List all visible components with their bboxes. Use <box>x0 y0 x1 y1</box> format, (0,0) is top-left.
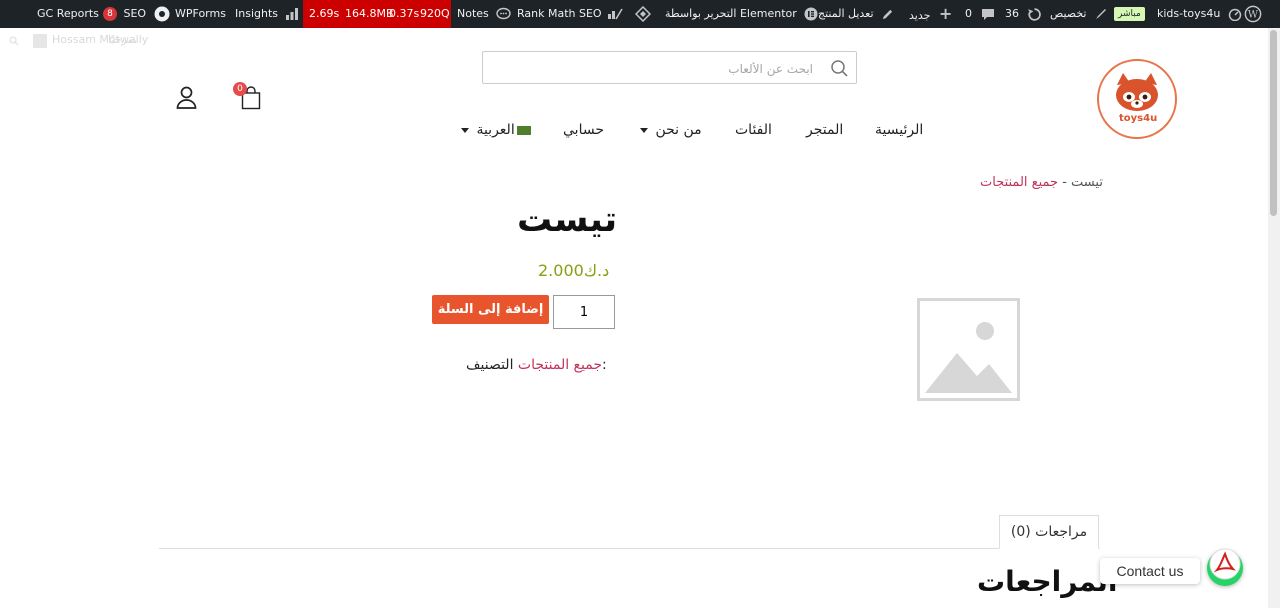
user-icon <box>176 86 197 109</box>
dashboard-icon <box>1228 8 1242 22</box>
breadcrumb-separator: - <box>1058 175 1072 190</box>
wordpress-logo-icon[interactable]: W <box>1244 0 1262 28</box>
product-title: تيست <box>517 200 618 240</box>
admin-bar: W kids-toys4u مباشر تخصيص 36 0 جديد + تع… <box>0 0 1280 28</box>
rank-math-link[interactable]: Rank Math SEO <box>517 0 623 28</box>
breadcrumb-current: تيست <box>1071 175 1103 190</box>
flag-icon <box>516 125 531 135</box>
search-input[interactable] <box>491 55 815 82</box>
scrollbar[interactable] <box>1268 28 1280 608</box>
account-button[interactable] <box>176 86 197 113</box>
nav-item-account[interactable]: حسابي <box>563 122 604 138</box>
rank-math-icon <box>608 8 623 20</box>
logo-text: toys4u <box>1119 113 1158 124</box>
elementor-label: التحرير بواسطة Elementor <box>665 7 797 20</box>
insights-label: Insights <box>235 7 279 20</box>
query-monitor-link[interactable]: 2.69s 164.8MB 0.37s 920Q <box>303 0 451 28</box>
nav-item-language[interactable]: العربية <box>458 122 531 138</box>
pdf-icon[interactable] <box>1209 548 1241 584</box>
reviews-heading: المراجعات <box>977 565 1118 598</box>
chevron-down-icon <box>461 127 469 133</box>
customize-label: تخصيص <box>1050 7 1087 20</box>
pencil-icon <box>882 9 893 19</box>
search-bar[interactable] <box>482 51 857 84</box>
chat-bubble-icon <box>496 7 511 20</box>
comments-count: 0 <box>965 7 972 20</box>
nav-item-shop[interactable]: المتجر <box>806 122 843 138</box>
qm-db-time: 0.37s <box>389 7 420 20</box>
breadcrumb: تيست - جميع المنتجات <box>980 175 1103 190</box>
rank-math-label: Rank Math SEO <box>517 7 602 20</box>
gc-reports-label: GC Reports <box>37 7 99 20</box>
new-label: جديد <box>909 9 931 22</box>
notes-label: Notes <box>457 7 489 20</box>
quantity-field[interactable] <box>553 295 615 329</box>
chevron-down-icon <box>640 127 648 133</box>
seo-link[interactable]: 8 SEO <box>103 0 170 28</box>
wpforms-label: WPForms <box>175 7 226 20</box>
nav-item-about[interactable]: من نحن <box>637 122 702 138</box>
elementor-icon <box>804 7 818 21</box>
search-icon-faint <box>9 36 19 49</box>
product-image-placeholder[interactable] <box>917 298 1020 405</box>
gc-reports-link[interactable]: GC Reports <box>37 0 99 28</box>
product-price: 2.000د.ك <box>538 261 610 280</box>
diamond-icon[interactable] <box>634 0 652 28</box>
image-placeholder-icon <box>917 298 1020 401</box>
updates-link[interactable]: 36 <box>1005 0 1042 28</box>
seo-plugin-icon <box>154 6 170 22</box>
site-logo[interactable]: toys4u <box>1097 59 1177 139</box>
brush-icon <box>1096 9 1106 19</box>
updates-count: 36 <box>1005 7 1019 20</box>
svg-text:W: W <box>1248 10 1259 21</box>
cart-count-badge: 0 <box>233 82 247 96</box>
avatar <box>33 34 47 48</box>
qm-memory: 164.8MB <box>345 7 394 20</box>
comments-link[interactable]: 0 <box>965 0 995 28</box>
wpforms-link[interactable]: WPForms <box>175 0 226 28</box>
tabs-divider <box>159 548 1100 549</box>
site-name-link[interactable]: kids-toys4u <box>1157 0 1242 28</box>
user-name[interactable]: Hossam Motwally <box>52 33 148 46</box>
breadcrumb-link-all-products[interactable]: جميع المنتجات <box>980 175 1058 190</box>
tab-reviews[interactable]: مراجعات (0) <box>999 515 1099 549</box>
bar-chart-icon <box>285 8 298 20</box>
red-panda-logo-icon <box>1103 63 1171 131</box>
add-to-cart-button[interactable]: إضافة إلى السلة <box>432 295 549 324</box>
nav-item-categories[interactable]: الفئات <box>735 122 772 138</box>
nav-item-language-label: العربية <box>476 122 515 138</box>
customize-link[interactable]: تخصيص <box>1050 0 1108 28</box>
comment-icon <box>981 9 994 20</box>
contact-us-label[interactable]: Contact us <box>1100 558 1200 584</box>
edit-product-link[interactable]: تعديل المنتج <box>818 0 894 28</box>
plus-icon: + <box>938 4 953 23</box>
qm-queries: 920Q <box>420 7 450 20</box>
seo-count-badge: 8 <box>103 7 117 21</box>
updates-icon <box>1027 7 1041 21</box>
notes-link[interactable]: Notes <box>457 0 511 28</box>
nav-item-about-label: من نحن <box>655 122 702 138</box>
insights-link[interactable]: Insights <box>235 0 299 28</box>
nav-item-home[interactable]: الرئيسية <box>875 122 923 138</box>
category-link[interactable]: جميع المنتجات <box>518 357 602 373</box>
search-icon[interactable] <box>830 59 848 77</box>
elementor-link[interactable]: التحرير بواسطة Elementor <box>665 0 818 28</box>
seo-label: SEO <box>123 7 147 20</box>
site-name: kids-toys4u <box>1157 7 1221 20</box>
product-meta: جميع المنتجات التصنيف: <box>466 357 607 373</box>
new-content-link[interactable]: جديد + <box>909 0 952 28</box>
quantity-input[interactable] <box>554 296 614 328</box>
qm-time: 2.69s <box>309 7 340 20</box>
edit-product-label: تعديل المنتج <box>818 7 874 20</box>
live-badge: مباشر <box>1114 0 1145 28</box>
scrollbar-thumb[interactable] <box>1270 30 1277 216</box>
